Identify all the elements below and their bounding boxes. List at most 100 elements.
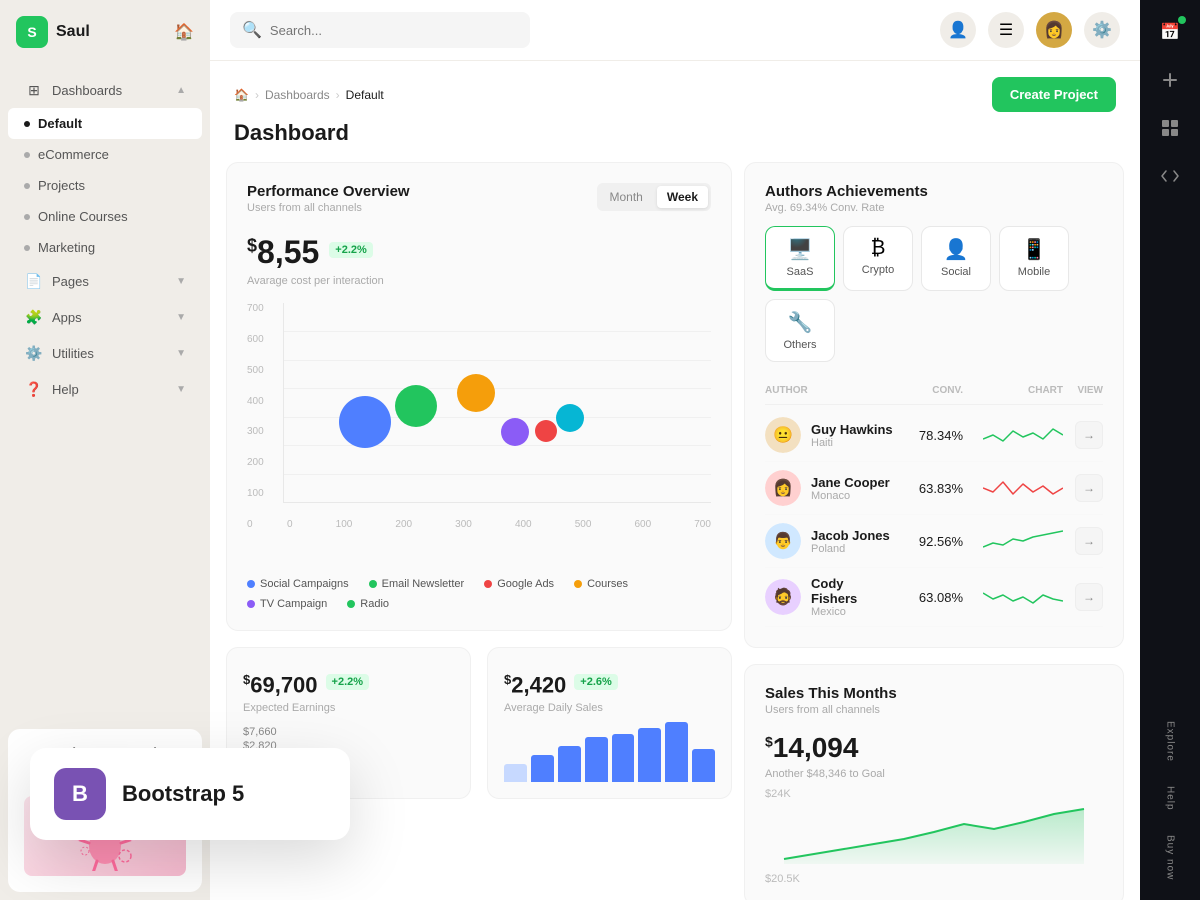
chevron-icon: ▲ xyxy=(176,85,186,96)
create-project-button[interactable]: Create Project xyxy=(992,77,1116,112)
topbar: 🔍 👤 ☰ 👩 ⚙️ xyxy=(210,0,1140,61)
sidebar-item-help[interactable]: ❓ Help ▼ xyxy=(8,371,202,407)
calendar-icon[interactable]: 📅 xyxy=(1150,12,1190,52)
nav-dot xyxy=(24,245,30,251)
avatar: 🧔 xyxy=(765,579,801,615)
bootstrap-logo: B xyxy=(54,768,106,820)
sidebar-item-label: Utilities xyxy=(52,346,94,361)
search-box[interactable]: 🔍 xyxy=(230,12,530,48)
others-icon: 🔧 xyxy=(788,310,813,335)
social-icon: 👤 xyxy=(944,237,969,262)
breadcrumb-row: 🏠 › Dashboards › Default Create Project xyxy=(210,61,1140,120)
settings-icon[interactable]: ⚙️ xyxy=(1084,12,1120,48)
month-tab[interactable]: Month xyxy=(600,186,653,208)
metric-value: $8,55 xyxy=(247,234,319,271)
avatar: 👨 xyxy=(765,523,801,559)
tab-others[interactable]: 🔧 Others xyxy=(765,299,835,362)
authors-card-header: Authors Achievements Avg. 69.34% Conv. R… xyxy=(765,183,1103,214)
chevron-icon: ▼ xyxy=(176,276,186,287)
tab-mobile[interactable]: 📱 Mobile xyxy=(999,226,1069,291)
sidebar-item-projects[interactable]: Projects xyxy=(8,170,202,201)
user-icon[interactable]: 👤 xyxy=(940,12,976,48)
earnings-value: $69,700 xyxy=(243,672,318,698)
saas-icon: 🖥️ xyxy=(788,237,813,262)
avatar: 👩 xyxy=(765,470,801,506)
authors-subtitle: Avg. 69.34% Conv. Rate xyxy=(765,202,928,214)
view-arrow-button[interactable]: → xyxy=(1075,527,1103,555)
sidebar-header: S Saul 🏠 xyxy=(0,0,210,64)
sidebar-item-label: Pages xyxy=(52,274,89,289)
sidebar-item-label: Online Courses xyxy=(38,209,128,224)
legend-email: Email Newsletter xyxy=(369,578,465,590)
daily-sales-chart xyxy=(504,722,715,782)
legend-google: Google Ads xyxy=(484,578,554,590)
sales-chart xyxy=(765,804,1103,864)
chevron-icon: ▼ xyxy=(176,312,186,323)
grid-icon[interactable] xyxy=(1150,108,1190,148)
earnings-badge: +2.2% xyxy=(326,674,370,690)
app-logo: S xyxy=(16,16,48,48)
breadcrumb-home[interactable]: 🏠 xyxy=(234,88,249,102)
menu-icon[interactable]: ☰ xyxy=(988,12,1024,48)
sidebar-item-label: Dashboards xyxy=(52,83,122,98)
search-icon: 🔍 xyxy=(242,20,262,40)
add-icon[interactable] xyxy=(1150,60,1190,100)
code-icon[interactable] xyxy=(1150,156,1190,196)
back-icon[interactable]: 🏠 xyxy=(174,22,194,42)
breadcrumb-dashboards[interactable]: Dashboards xyxy=(265,88,330,102)
metric-badge: +2.2% xyxy=(329,242,373,258)
help-label[interactable]: Help xyxy=(1161,778,1180,819)
tab-saas[interactable]: 🖥️ SaaS xyxy=(765,226,835,291)
mini-chart xyxy=(963,585,1063,609)
bootstrap-title: Bootstrap 5 xyxy=(122,781,244,807)
view-arrow-button[interactable]: → xyxy=(1075,583,1103,611)
search-input[interactable] xyxy=(270,23,518,38)
mobile-icon: 📱 xyxy=(1022,237,1047,262)
sidebar-item-marketing[interactable]: Marketing xyxy=(8,232,202,263)
app-name: Saul xyxy=(56,23,90,41)
view-arrow-button[interactable]: → xyxy=(1075,421,1103,449)
chart-col-header: CHART xyxy=(1028,385,1063,396)
breadcrumb-sep: › xyxy=(255,88,259,102)
sidebar-item-utilities[interactable]: ⚙️ Utilities ▼ xyxy=(8,335,202,371)
sidebar-item-default[interactable]: Default xyxy=(8,108,202,139)
performance-card: Performance Overview Users from all chan… xyxy=(226,162,732,631)
sidebar-item-pages[interactable]: 📄 Pages ▼ xyxy=(8,263,202,299)
sidebar-item-apps[interactable]: 🧩 Apps ▼ xyxy=(8,299,202,335)
nav-dot xyxy=(24,152,30,158)
sidebar-item-online-courses[interactable]: Online Courses xyxy=(8,201,202,232)
tab-social[interactable]: 👤 Social xyxy=(921,226,991,291)
tab-crypto[interactable]: ₿ Crypto xyxy=(843,226,913,291)
buy-now-label[interactable]: Buy now xyxy=(1161,827,1180,888)
daily-sales-card: $2,420 +2.6% Average Daily Sales xyxy=(487,647,732,799)
sales-sublabel: Another $48,346 to Goal xyxy=(765,768,1103,780)
breadcrumb: 🏠 › Dashboards › Default xyxy=(234,88,384,102)
bubble-radio xyxy=(535,420,557,442)
performance-card-header: Performance Overview Users from all chan… xyxy=(247,183,711,214)
daily-sales-badge: +2.6% xyxy=(574,674,618,690)
week-tab[interactable]: Week xyxy=(657,186,708,208)
author-col-header: AUTHOR xyxy=(765,385,808,396)
avatar: 😐 xyxy=(765,417,801,453)
daily-sales-label: Average Daily Sales xyxy=(504,702,715,714)
chevron-icon: ▼ xyxy=(176,348,186,359)
metric-label: Avarage cost per interaction xyxy=(247,275,711,287)
view-arrow-button[interactable]: → xyxy=(1075,474,1103,502)
mini-chart xyxy=(963,423,1063,447)
pages-icon: 📄 xyxy=(24,271,44,291)
sidebar-item-label: eCommerce xyxy=(38,147,109,162)
sidebar-item-ecommerce[interactable]: eCommerce xyxy=(8,139,202,170)
performance-subtitle: Users from all channels xyxy=(247,202,410,214)
sales-card: Sales This Months Users from all channel… xyxy=(744,664,1124,900)
breadcrumb-sep2: › xyxy=(336,88,340,102)
performance-title: Performance Overview xyxy=(247,183,410,200)
help-icon: ❓ xyxy=(24,379,44,399)
bubble-google xyxy=(501,418,529,446)
avatar[interactable]: 👩 xyxy=(1036,12,1072,48)
nav-dot xyxy=(24,183,30,189)
explore-label[interactable]: Explore xyxy=(1161,713,1180,770)
sidebar-item-label: Marketing xyxy=(38,240,95,255)
legend-tv: TV Campaign xyxy=(247,598,327,610)
nav-dot xyxy=(24,121,30,127)
sidebar-item-dashboards[interactable]: ⊞ Dashboards ▲ xyxy=(8,72,202,108)
